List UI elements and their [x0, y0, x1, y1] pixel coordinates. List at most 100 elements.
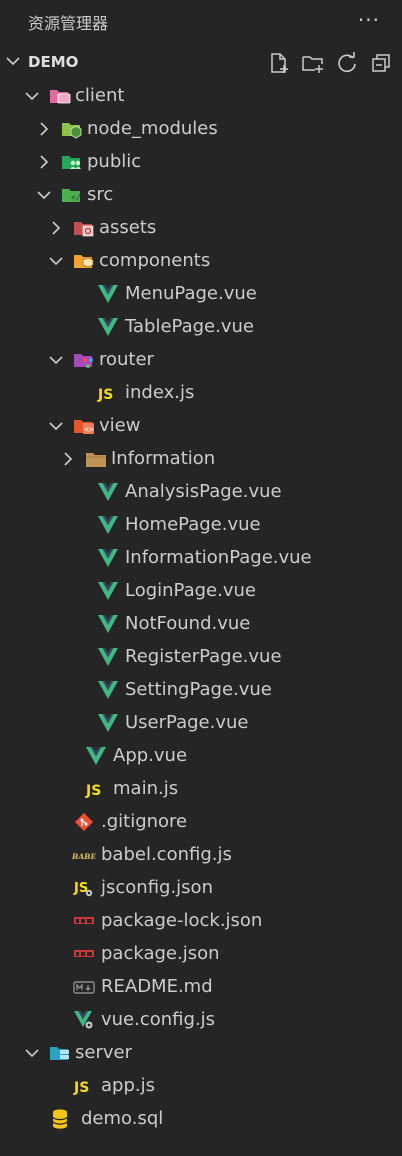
tree-item-label: components — [99, 250, 211, 271]
folder-icon — [84, 448, 108, 470]
more-actions-icon[interactable]: ··· — [358, 8, 380, 32]
tree-file-row[interactable]: JS index.js — [0, 377, 402, 410]
tree-item-label: .gitignore — [101, 811, 188, 832]
chevron-down-icon[interactable] — [48, 253, 64, 269]
tree-item-label: LoginPage.vue — [125, 580, 256, 601]
vue-icon — [96, 316, 120, 338]
chevron-down-icon[interactable] — [48, 418, 64, 434]
vue-icon — [84, 745, 108, 767]
tree-item-label: app.js — [101, 1075, 155, 1096]
tree-folder-row[interactable]: Information — [0, 443, 402, 476]
tree-file-row[interactable]: MenuPage.vue — [0, 278, 402, 311]
workspace-name: DEMO — [28, 53, 79, 71]
tree-file-row[interactable]: InformationPage.vue — [0, 542, 402, 575]
tree-item-label: package-lock.json — [101, 910, 263, 931]
tree-file-row[interactable]: HomePage.vue — [0, 509, 402, 542]
tree-item-label: TablePage.vue — [125, 316, 254, 337]
tree-item-label: src — [87, 184, 114, 205]
refresh-icon[interactable] — [334, 50, 360, 76]
chevron-right-icon[interactable] — [60, 451, 76, 467]
tree-folder-row[interactable]: server — [0, 1037, 402, 1070]
file-tree: client node_modulespublic </> src assets comp… — [0, 80, 402, 1136]
vue-config-icon — [72, 1009, 96, 1031]
vue-icon — [96, 679, 120, 701]
tree-item-label: server — [75, 1042, 132, 1063]
tree-folder-row[interactable]: public — [0, 146, 402, 179]
tree-item-label: assets — [99, 217, 157, 238]
git-icon — [72, 811, 96, 833]
tree-item-label: view — [99, 415, 141, 436]
tree-file-row[interactable]: vue.config.js — [0, 1004, 402, 1037]
tree-file-row[interactable]: package-lock.json — [0, 905, 402, 938]
tree-folder-row[interactable]: <> view — [0, 410, 402, 443]
js-icon: JS — [84, 778, 108, 800]
tree-file-row[interactable]: BABEL babel.config.js — [0, 839, 402, 872]
tree-file-row[interactable]: LoginPage.vue — [0, 575, 402, 608]
chevron-down-icon[interactable] — [36, 187, 52, 203]
js-icon: JS — [96, 382, 120, 404]
vue-icon — [96, 514, 120, 536]
tree-file-row[interactable]: AnalysisPage.vue — [0, 476, 402, 509]
new-folder-icon[interactable] — [300, 50, 326, 76]
tree-file-row[interactable]: README.md — [0, 971, 402, 1004]
tree-file-row[interactable]: JS jsconfig.json — [0, 872, 402, 905]
new-file-icon[interactable] — [266, 50, 292, 76]
npm-icon — [72, 943, 96, 965]
tree-item-label: App.vue — [113, 745, 188, 766]
tree-folder-row[interactable]: assets — [0, 212, 402, 245]
assets-folder-icon — [72, 217, 96, 239]
svg-text:JS: JS — [97, 387, 113, 403]
tree-file-row[interactable]: NotFound.vue — [0, 608, 402, 641]
npm-icon — [72, 910, 96, 932]
svg-text:</>: </> — [71, 193, 83, 202]
tree-item-label: babel.config.js — [101, 844, 232, 865]
chevron-right-icon[interactable] — [36, 121, 52, 137]
tree-folder-row[interactable]: client — [0, 80, 402, 113]
tree-folder-row[interactable]: node_modules — [0, 113, 402, 146]
tree-item-label: main.js — [113, 778, 179, 799]
tree-file-row[interactable]: .gitignore — [0, 806, 402, 839]
src-folder-icon: </> — [60, 184, 84, 206]
server-folder-icon — [48, 1042, 72, 1064]
tree-file-row[interactable]: TablePage.vue — [0, 311, 402, 344]
tree-item-label: index.js — [125, 382, 195, 403]
tree-item-label: public — [87, 151, 142, 172]
tree-file-row[interactable]: demo.sql — [0, 1103, 402, 1136]
tree-item-label: router — [99, 349, 154, 370]
svg-text:JS: JS — [73, 1080, 89, 1096]
tree-file-row[interactable]: RegisterPage.vue — [0, 641, 402, 674]
tree-item-label: RegisterPage.vue — [125, 646, 282, 667]
tree-item-label: client — [75, 85, 125, 106]
collapse-all-icon[interactable] — [368, 50, 394, 76]
chevron-down-icon[interactable] — [24, 88, 40, 104]
tree-file-row[interactable]: JS main.js — [0, 773, 402, 806]
tree-item-label: jsconfig.json — [101, 877, 213, 898]
tree-item-label: demo.sql — [81, 1108, 164, 1129]
chevron-down-icon[interactable] — [24, 1045, 40, 1061]
tree-file-row[interactable]: SettingPage.vue — [0, 674, 402, 707]
vue-icon — [96, 712, 120, 734]
tree-item-label: MenuPage.vue — [125, 283, 257, 304]
chevron-right-icon[interactable] — [48, 220, 64, 236]
workspace-section-header[interactable]: DEMO — [0, 46, 402, 79]
database-icon — [48, 1108, 72, 1130]
tree-item-label: NotFound.vue — [125, 613, 251, 634]
tree-folder-row[interactable]: components — [0, 245, 402, 278]
public-folder-icon — [60, 151, 84, 173]
chevron-down-icon[interactable] — [48, 352, 64, 368]
tree-folder-row[interactable]: router — [0, 344, 402, 377]
tree-folder-row[interactable]: </> src — [0, 179, 402, 212]
tree-item-label: node_modules — [87, 118, 218, 139]
tree-file-row[interactable]: JS app.js — [0, 1070, 402, 1103]
vue-icon — [96, 283, 120, 305]
tree-file-row[interactable]: UserPage.vue — [0, 707, 402, 740]
tree-file-row[interactable]: App.vue — [0, 740, 402, 773]
view-folder-icon: <> — [72, 415, 96, 437]
chevron-down-icon[interactable] — [5, 53, 21, 69]
markdown-icon — [72, 976, 96, 998]
tree-item-label: UserPage.vue — [125, 712, 249, 733]
tree-file-row[interactable]: package.json — [0, 938, 402, 971]
vue-icon — [96, 547, 120, 569]
tree-item-label: Information — [111, 448, 216, 469]
chevron-right-icon[interactable] — [36, 154, 52, 170]
